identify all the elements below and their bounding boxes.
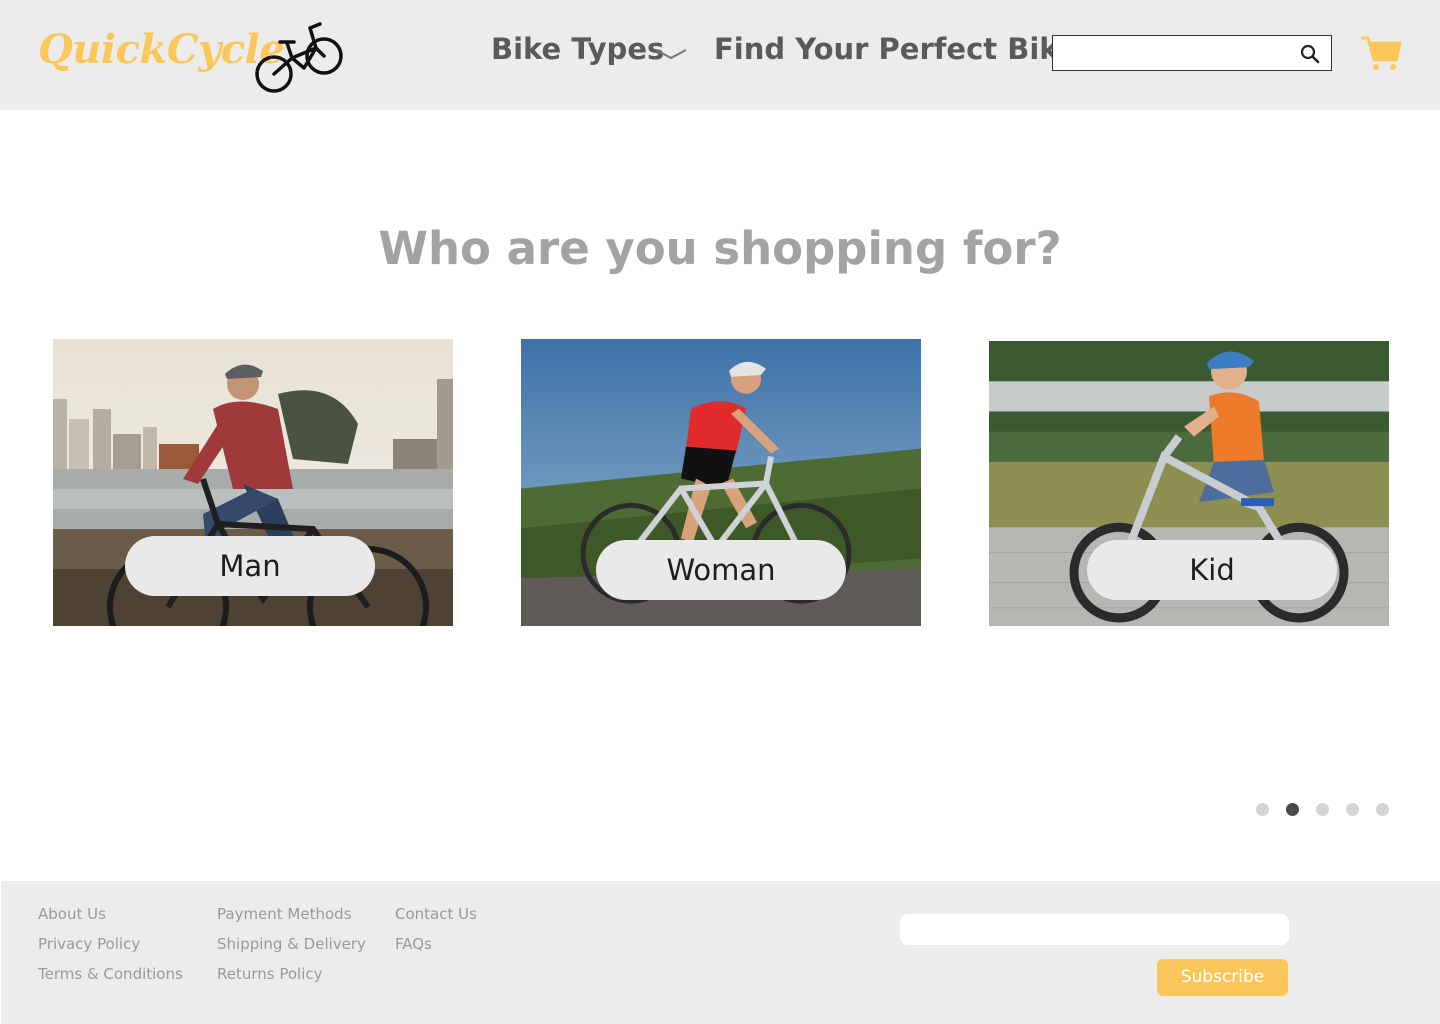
search-box <box>1052 35 1332 71</box>
shopping-cart-icon[interactable] <box>1360 34 1402 72</box>
footer-link-contact-us[interactable]: Contact Us <box>395 905 477 923</box>
search-icon[interactable] <box>1299 43 1321 65</box>
brand-logo-text[interactable]: QuickCycle <box>38 26 285 73</box>
site-header: QuickCycle Bike Types Find Your Perfect … <box>0 0 1440 110</box>
category-card-kid[interactable]: Kid <box>989 341 1389 626</box>
nav-bike-types[interactable]: Bike Types <box>491 32 664 66</box>
newsletter-email-input[interactable] <box>900 914 1289 945</box>
category-label-kid[interactable]: Kid <box>1087 540 1337 600</box>
category-label-woman[interactable]: Woman <box>596 540 846 600</box>
bicycle-icon[interactable] <box>254 18 346 96</box>
category-label-man[interactable]: Man <box>125 536 375 596</box>
category-card-woman[interactable]: Woman <box>521 339 921 627</box>
chevron-down-icon[interactable] <box>654 44 688 64</box>
footer-link-about-us[interactable]: About Us <box>38 905 106 923</box>
footer-link-payment-methods[interactable]: Payment Methods <box>217 905 352 923</box>
footer-link-returns-policy[interactable]: Returns Policy <box>217 965 323 983</box>
carousel-dot-5[interactable] <box>1376 803 1389 816</box>
footer-link-shipping-delivery[interactable]: Shipping & Delivery <box>217 935 366 953</box>
carousel-pagination <box>1256 803 1396 819</box>
carousel-dot-3[interactable] <box>1316 803 1329 816</box>
subscribe-button[interactable]: Subscribe <box>1157 959 1288 996</box>
footer-link-faqs[interactable]: FAQs <box>395 935 432 953</box>
carousel-dot-4[interactable] <box>1346 803 1359 816</box>
footer-link-privacy-policy[interactable]: Privacy Policy <box>38 935 140 953</box>
carousel-dot-2[interactable] <box>1286 803 1299 816</box>
nav-find-perfect-bike[interactable]: Find Your Perfect Bike <box>714 32 1077 66</box>
footer-link-terms-conditions[interactable]: Terms & Conditions <box>38 965 183 983</box>
category-card-man[interactable]: Man <box>53 339 453 626</box>
search-input[interactable] <box>1059 40 1291 66</box>
carousel-dot-1[interactable] <box>1256 803 1269 816</box>
page-headline: Who are you shopping for? <box>378 222 1062 275</box>
